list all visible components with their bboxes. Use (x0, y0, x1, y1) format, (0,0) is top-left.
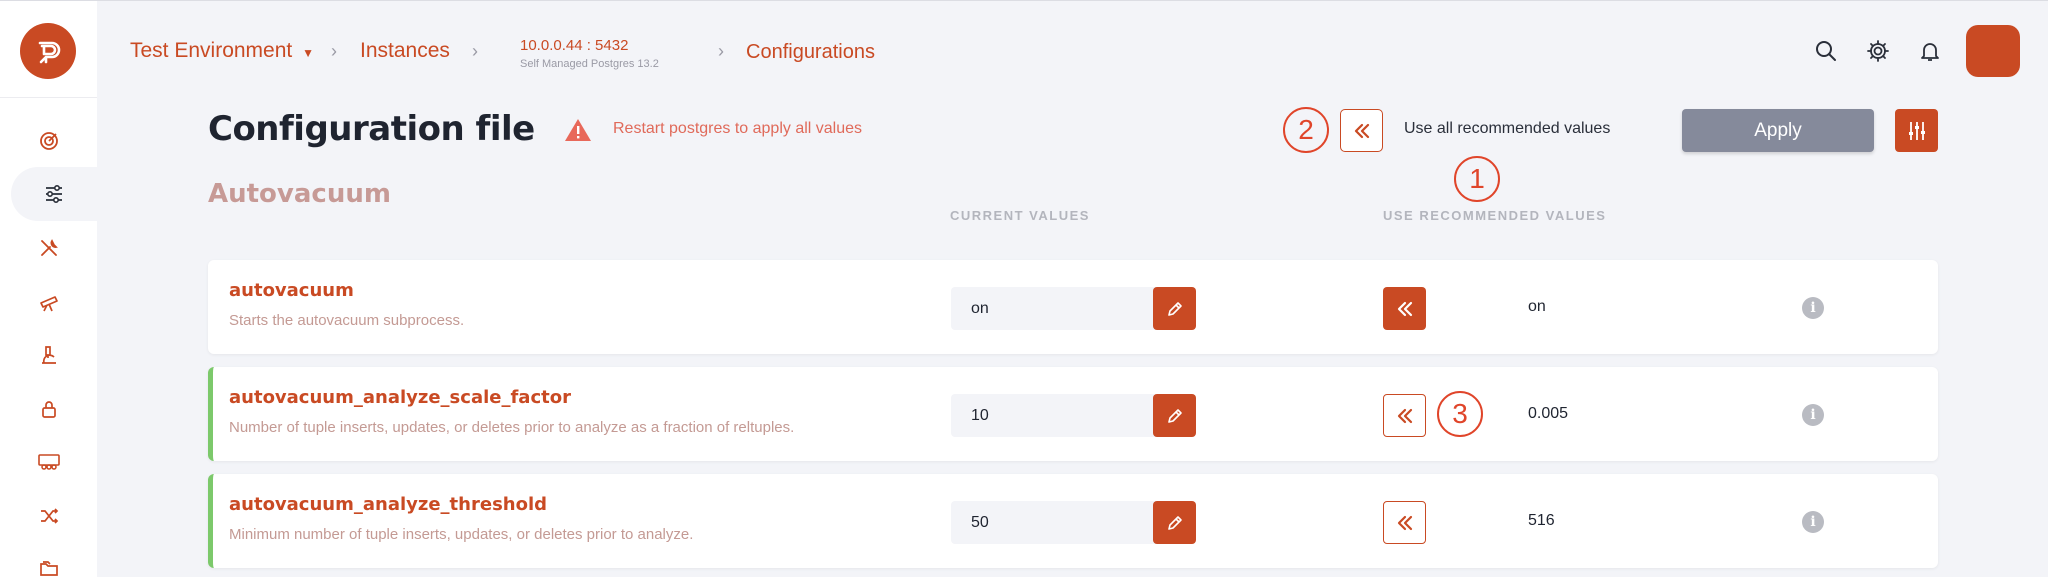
use-recommended-button[interactable] (1383, 394, 1426, 437)
pencil-icon (1167, 515, 1182, 530)
bell-icon (1921, 43, 1939, 61)
current-value-field[interactable]: on (951, 287, 1156, 330)
current-values-header: CURRENT VALUES (950, 208, 1090, 223)
pencil-icon (1167, 301, 1182, 316)
app-logo[interactable] (20, 23, 76, 79)
shuffle-icon (40, 508, 58, 524)
sidebar-item-tools[interactable] (0, 224, 97, 272)
sidebar-item-dashboard[interactable] (0, 117, 97, 165)
breadcrumb-chevron-icon: › (472, 41, 478, 61)
environment-label: Test Environment (130, 39, 293, 62)
lock-icon (41, 401, 56, 418)
config-description: Minimum number of tuple inserts, updates… (229, 526, 694, 543)
restart-warning: Restart postgres to apply all values (613, 120, 863, 137)
sidebar-item-replication[interactable] (0, 492, 97, 540)
recommended-value: 0.005 (1528, 405, 1569, 422)
sidebar-item-configurations[interactable] (11, 167, 97, 221)
current-value-field[interactable]: 50 (951, 501, 1156, 544)
sidebar-divider (0, 97, 97, 98)
double-chevron-left-icon (1397, 515, 1412, 530)
microscope-icon (41, 346, 56, 364)
double-chevron-left-icon (1354, 123, 1369, 138)
sidebar-item-security[interactable] (0, 385, 97, 433)
config-name: autovacuum (229, 280, 354, 301)
sidebar-item-explore[interactable] (0, 278, 97, 326)
config-row: autovacuum_analyze_scale_factor Number o… (208, 367, 1938, 461)
info-icon[interactable]: i (1802, 297, 1824, 319)
info-icon[interactable]: i (1802, 404, 1824, 426)
recommended-values-header: USE RECOMMENDED VALUES (1383, 208, 1607, 223)
config-row: autovacuum_analyze_threshold Minimum num… (208, 474, 1938, 568)
elephant-logo-icon (38, 41, 61, 64)
config-description: Starts the autovacuum subprocess. (229, 312, 465, 329)
sidebar (0, 1, 97, 577)
instance-type-label: Self Managed Postgres 13.2 (520, 58, 659, 70)
search-button[interactable] (1812, 37, 1840, 65)
sidebar-item-analysis[interactable] (0, 331, 97, 379)
gear-icon (1867, 40, 1889, 62)
breadcrumb-instance[interactable]: 10.0.0.44 : 5432 (520, 37, 628, 54)
double-chevron-left-icon (1397, 408, 1412, 423)
edit-button[interactable] (1153, 394, 1196, 437)
use-recommended-button[interactable] (1383, 501, 1426, 544)
edit-button[interactable] (1153, 287, 1196, 330)
breadcrumb-chevron-icon: › (718, 41, 724, 61)
use-all-recommended-label: Use all recommended values (1404, 120, 1611, 137)
edit-button[interactable] (1153, 501, 1196, 544)
config-name: autovacuum_analyze_scale_factor (229, 387, 571, 408)
recommended-value: on (1528, 298, 1546, 315)
sliders-vertical-icon (1908, 121, 1925, 140)
config-row: autovacuum Starts the autovacuum subproc… (208, 260, 1938, 354)
config-description: Number of tuple inserts, updates, or del… (229, 419, 795, 436)
sidebar-item-team[interactable] (0, 438, 97, 486)
page-title: Configuration file (208, 109, 535, 149)
sidebar-item-files[interactable] (0, 544, 97, 577)
filter-settings-button[interactable] (1895, 109, 1938, 152)
config-name: autovacuum_analyze_threshold (229, 494, 548, 515)
callout-3: 3 (1437, 391, 1483, 437)
callout-1: 1 (1454, 156, 1500, 202)
current-value-field[interactable]: 10 (951, 394, 1156, 437)
telescope-icon (39, 296, 58, 312)
notifications-button[interactable] (1916, 37, 1944, 65)
chevron-down-icon: ▼ (302, 46, 314, 60)
environment-dropdown[interactable]: Test Environment ▼ (130, 39, 314, 63)
settings-button[interactable] (1864, 37, 1892, 65)
sliders-icon (46, 184, 62, 204)
search-icon (1816, 41, 1836, 61)
pencil-icon (1167, 408, 1182, 423)
info-icon[interactable]: i (1802, 511, 1824, 533)
breadcrumb-instances[interactable]: Instances (360, 39, 450, 63)
warning-icon (563, 117, 593, 148)
double-chevron-left-icon (1397, 301, 1412, 316)
apply-button[interactable]: Apply (1682, 109, 1874, 152)
section-title: Autovacuum (208, 179, 391, 209)
breadcrumb-chevron-icon: › (331, 41, 337, 61)
team-icon (37, 454, 60, 470)
avatar[interactable] (1966, 25, 2020, 77)
use-all-recommended-button[interactable] (1340, 109, 1383, 152)
breadcrumb-current: Configurations (746, 41, 875, 63)
recommended-value: 516 (1528, 512, 1555, 529)
folders-icon (39, 561, 58, 576)
use-recommended-button[interactable] (1383, 287, 1426, 330)
callout-2: 2 (1283, 107, 1329, 153)
dashboard-icon (39, 132, 58, 150)
tools-icon (40, 239, 58, 256)
